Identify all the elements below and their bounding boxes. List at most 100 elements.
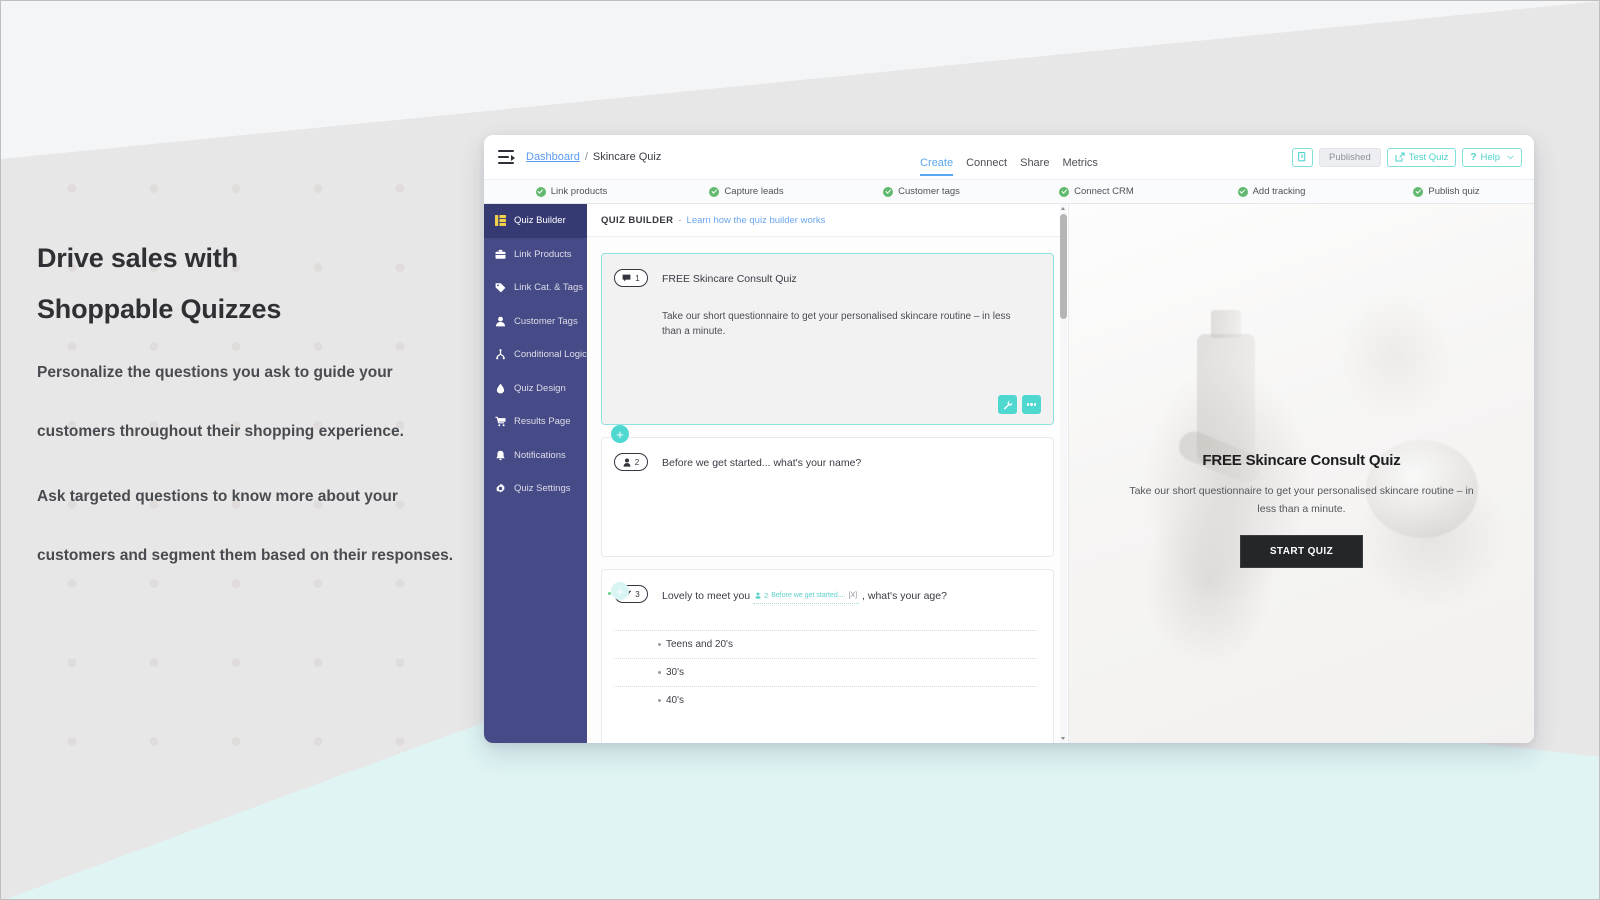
bell-icon bbox=[495, 450, 506, 461]
answer-bullet-icon bbox=[658, 671, 661, 674]
start-quiz-button[interactable]: START QUIZ bbox=[1239, 535, 1364, 568]
sidebar-item-link-cat-tags[interactable]: Link Cat. & Tags bbox=[484, 271, 587, 305]
sidebar-item-quiz-builder[interactable]: Quiz Builder bbox=[484, 204, 587, 238]
topbar-actions: Published Test Quiz ? Help bbox=[1292, 147, 1522, 167]
quiz-card-title: Before we get started... what's your nam… bbox=[662, 457, 862, 469]
answer-bullet-icon bbox=[658, 699, 661, 702]
checklist-item-link-products[interactable]: Link products bbox=[484, 186, 659, 197]
checklist-item-add-tracking[interactable]: Add tracking bbox=[1184, 186, 1359, 197]
merge-tag-remove[interactable]: [X] bbox=[849, 588, 858, 603]
marketing-heading-line2: Shoppable Quizzes bbox=[37, 294, 282, 324]
sidebar-item-quiz-design[interactable]: Quiz Design bbox=[484, 372, 587, 406]
builder-help-link[interactable]: Learn how the quiz builder works bbox=[687, 215, 826, 226]
sidebar-item-label: Quiz Builder bbox=[514, 215, 566, 227]
hamburger-menu-icon[interactable] bbox=[498, 150, 515, 164]
preview-subtitle: Take our short questionnaire to get your… bbox=[1129, 485, 1474, 515]
quiz-builder-panel: QUIZ BUILDER - Learn how the quiz builde… bbox=[587, 204, 1069, 743]
person-icon bbox=[755, 592, 761, 599]
chevron-down-icon bbox=[1507, 155, 1514, 159]
breadcrumb-dashboard[interactable]: Dashboard bbox=[526, 151, 580, 163]
card-badge-number: 3 bbox=[635, 589, 640, 599]
sidebar-item-notifications[interactable]: Notifications bbox=[484, 439, 587, 473]
gear-icon bbox=[495, 483, 506, 494]
help-label: Help bbox=[1480, 151, 1500, 163]
checklist-label: Connect CRM bbox=[1074, 186, 1134, 197]
tab-share[interactable]: Share bbox=[1020, 157, 1049, 176]
card-badge-number: 2 bbox=[634, 457, 640, 467]
scrollbar-thumb[interactable] bbox=[1060, 214, 1067, 319]
copy-page-icon bbox=[1298, 151, 1306, 161]
person-icon bbox=[495, 316, 506, 327]
duplicate-page-button[interactable] bbox=[1292, 147, 1313, 167]
checklist-label: Capture leads bbox=[724, 186, 784, 197]
quiz-card-1[interactable]: 1 FREE Skincare Consult Quiz Take our sh… bbox=[601, 253, 1054, 425]
test-quiz-label: Test Quiz bbox=[1408, 151, 1449, 163]
scroll-down-arrow-icon[interactable] bbox=[1061, 737, 1065, 740]
builder-title: QUIZ BUILDER bbox=[601, 214, 674, 226]
preview-title: FREE Skincare Consult Quiz bbox=[1202, 452, 1401, 469]
checklist-label: Publish quiz bbox=[1428, 186, 1480, 197]
sidebar-item-conditional-logic[interactable]: Conditional Logic bbox=[484, 338, 587, 372]
scroll-up-arrow-icon[interactable] bbox=[1061, 207, 1065, 210]
help-button[interactable]: ? Help bbox=[1462, 147, 1522, 167]
quiz-card-3[interactable]: 3 Lovely to meet you 2 Before we get sta… bbox=[601, 569, 1054, 743]
checklist-item-publish-quiz[interactable]: Publish quiz bbox=[1359, 186, 1534, 197]
checklist-label: Customer tags bbox=[898, 186, 960, 197]
breadcrumb-current: Skincare Quiz bbox=[592, 151, 662, 163]
preview-content: FREE Skincare Consult Quiz Take our shor… bbox=[1069, 452, 1534, 568]
grid-blocks-icon bbox=[495, 215, 506, 227]
quiz-card-2[interactable]: 2 Before we get started... what's your n… bbox=[601, 437, 1054, 557]
quiz-answer-label: 30's bbox=[666, 667, 685, 678]
sidebar-item-label: Notifications bbox=[514, 449, 566, 461]
sidebar-item-results-page[interactable]: Results Page bbox=[484, 405, 587, 439]
sidebar-item-customer-tags[interactable]: Customer Tags bbox=[484, 305, 587, 339]
sidebar-item-label: Conditional Logic bbox=[514, 349, 587, 361]
ellipsis-icon bbox=[1026, 403, 1037, 406]
quiz-card-description: Take our short questionnaire to get your… bbox=[662, 311, 1011, 337]
sidebar-item-label: Customer Tags bbox=[514, 315, 578, 327]
quiz-answer-option[interactable]: 40's bbox=[614, 686, 1037, 714]
quiz-card-title: FREE Skincare Consult Quiz bbox=[662, 273, 797, 285]
app-body: Quiz Builder Link Products Link Cat. & T… bbox=[484, 204, 1534, 743]
card-badge-2: 2 bbox=[614, 453, 648, 471]
card-badge-number: 1 bbox=[635, 273, 640, 283]
check-circle-icon bbox=[709, 186, 720, 197]
checklist-item-connect-crm[interactable]: Connect CRM bbox=[1009, 186, 1184, 197]
marketing-heading-line1: Drive sales with bbox=[37, 243, 238, 273]
quiz-answer-option[interactable]: Teens and 20's bbox=[614, 630, 1037, 658]
check-circle-icon bbox=[883, 186, 894, 197]
check-circle-icon bbox=[1237, 186, 1248, 197]
quiz-card-actions bbox=[998, 395, 1041, 414]
sidebar-item-label: Results Page bbox=[514, 416, 571, 428]
checklist-label: Link products bbox=[550, 186, 608, 197]
shopping-cart-icon bbox=[495, 416, 506, 427]
answer-bullet-icon bbox=[658, 643, 661, 646]
tag-icon bbox=[495, 282, 506, 293]
checklist-item-customer-tags[interactable]: Customer tags bbox=[834, 186, 1009, 197]
sidebar-item-quiz-settings[interactable]: Quiz Settings bbox=[484, 472, 587, 506]
person-icon bbox=[623, 458, 631, 467]
test-quiz-button[interactable]: Test Quiz bbox=[1386, 147, 1457, 167]
branch-icon bbox=[495, 349, 506, 360]
add-question-button-1[interactable]: + bbox=[611, 425, 629, 443]
checklist-label: Add tracking bbox=[1252, 186, 1306, 197]
builder-card-list: 1 FREE Skincare Consult Quiz Take our sh… bbox=[587, 237, 1068, 743]
tab-create[interactable]: Create bbox=[920, 157, 954, 176]
quiz-answer-option[interactable]: 30's bbox=[614, 658, 1037, 686]
builder-scrollbar[interactable] bbox=[1060, 204, 1067, 743]
conditional-merge-tag[interactable]: 2 Before we get started.... [X] bbox=[753, 588, 860, 604]
tab-metrics[interactable]: Metrics bbox=[1062, 157, 1097, 176]
marketing-paragraph-2: Ask targeted questions to know more abou… bbox=[37, 488, 454, 564]
add-question-button-2[interactable]: + bbox=[611, 582, 629, 600]
marketing-copy: Drive sales with Shoppable Quizzes Perso… bbox=[37, 233, 467, 585]
sidebar-item-link-products[interactable]: Link Products bbox=[484, 238, 587, 272]
quiz-answer-label: Teens and 20's bbox=[666, 639, 733, 650]
screenshot-root: Drive sales with Shoppable Quizzes Perso… bbox=[0, 0, 1600, 900]
tab-connect[interactable]: Connect bbox=[966, 157, 1007, 176]
more-options-button[interactable] bbox=[1022, 395, 1041, 414]
published-status-button[interactable]: Published bbox=[1319, 147, 1381, 167]
checklist-item-capture-leads[interactable]: Capture leads bbox=[659, 186, 834, 197]
quiz-preview-panel: FREE Skincare Consult Quiz Take our shor… bbox=[1069, 204, 1534, 743]
edit-card-button[interactable] bbox=[998, 395, 1017, 414]
marketing-paragraph-1: Personalize the questions you ask to gui… bbox=[37, 364, 404, 440]
